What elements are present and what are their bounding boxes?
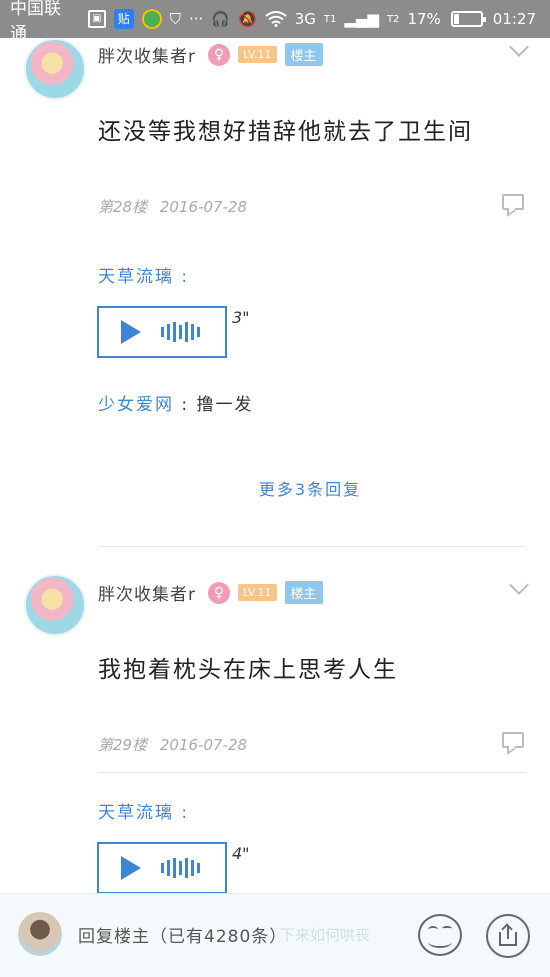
- more-icon: ···: [189, 10, 204, 28]
- floor-number: 第29楼: [98, 736, 148, 754]
- sim2-label: T2: [386, 13, 400, 25]
- voice-duration: 3": [232, 308, 250, 327]
- owner-badge: 楼主: [284, 581, 323, 604]
- comment-icon[interactable]: [502, 732, 524, 748]
- voice-reply-author[interactable]: 天草流璃 :: [98, 798, 189, 823]
- signal-label: T1: [323, 13, 337, 25]
- signal-icon: ▂▄▆: [344, 10, 379, 28]
- clock: 01:27: [492, 10, 537, 28]
- username[interactable]: 胖次收集者r: [98, 580, 196, 605]
- more-replies-link[interactable]: 更多3条回复: [0, 476, 550, 500]
- waveform-icon: [161, 856, 203, 880]
- gallery-icon: ▣: [87, 10, 106, 28]
- battery-icon: [450, 11, 486, 27]
- divider: [98, 772, 526, 773]
- floor-number: 第28楼: [98, 198, 148, 216]
- voice-message-button[interactable]: [97, 306, 227, 358]
- reply-line: 少女爱网 : 撸一发: [98, 390, 254, 415]
- share-icon[interactable]: [486, 914, 530, 958]
- emoji-icon[interactable]: [418, 914, 462, 956]
- reply-text: : 撸一发: [174, 395, 254, 415]
- headphone-icon: 🎧: [211, 10, 230, 28]
- status-bar: 中国联通 ▣ 贴 ⛉ ··· 🎧 🔕 3G T1 ▂▄▆ T2 17% 01:2…: [0, 0, 550, 44]
- level-badge: LV.11: [238, 46, 277, 63]
- network-type: 3G: [294, 10, 316, 28]
- reply-bar: 下来如何哄丧 回复楼主（已有4280条）: [0, 893, 550, 977]
- shield-icon: ⛉: [169, 10, 181, 28]
- username[interactable]: 胖次收集者r: [98, 42, 196, 67]
- avatar[interactable]: [24, 574, 86, 636]
- waveform-icon: [161, 320, 203, 344]
- user-row: 胖次收集者r ♀ LV.11 楼主: [98, 42, 323, 67]
- carrier-name: 中国联通: [10, 0, 61, 44]
- post-meta: 第28楼 2016-07-28: [98, 196, 247, 217]
- comment-icon[interactable]: [502, 194, 524, 210]
- background-text: 下来如何哄丧: [280, 926, 371, 944]
- post-date: 2016-07-28: [159, 198, 248, 216]
- mute-icon: 🔕: [238, 10, 257, 28]
- reply-to-owner-input[interactable]: 回复楼主（已有4280条）: [78, 922, 287, 947]
- female-icon: ♀: [208, 43, 230, 66]
- wifi-icon: [265, 11, 287, 27]
- post-date: 2016-07-28: [159, 736, 248, 754]
- voice-reply-author[interactable]: 天草流璃 :: [98, 262, 189, 287]
- post-text: 我抱着枕头在床上思考人生: [98, 657, 398, 683]
- post-meta: 第29楼 2016-07-28: [98, 734, 247, 755]
- reply-author[interactable]: 少女爱网: [98, 395, 174, 415]
- play-icon: [121, 856, 141, 880]
- voice-message-button[interactable]: [97, 842, 227, 894]
- voice-duration: 4": [232, 844, 250, 863]
- owner-badge: 楼主: [284, 43, 323, 66]
- divider: [98, 546, 526, 547]
- female-icon: ♀: [208, 581, 230, 604]
- post-text: 还没等我想好措辞他就去了卫生间: [98, 119, 473, 145]
- tieba-icon: 贴: [113, 9, 134, 29]
- chevron-down-icon[interactable]: [509, 37, 529, 57]
- level-badge: LV.11: [238, 584, 277, 601]
- battery-percent: 17%: [407, 10, 441, 28]
- play-icon: [121, 320, 141, 344]
- user-row: 胖次收集者r ♀ LV.11 楼主: [98, 580, 323, 605]
- app-icon: [141, 9, 162, 29]
- my-avatar[interactable]: [18, 912, 62, 956]
- avatar[interactable]: [24, 38, 86, 100]
- chevron-down-icon[interactable]: [509, 575, 529, 595]
